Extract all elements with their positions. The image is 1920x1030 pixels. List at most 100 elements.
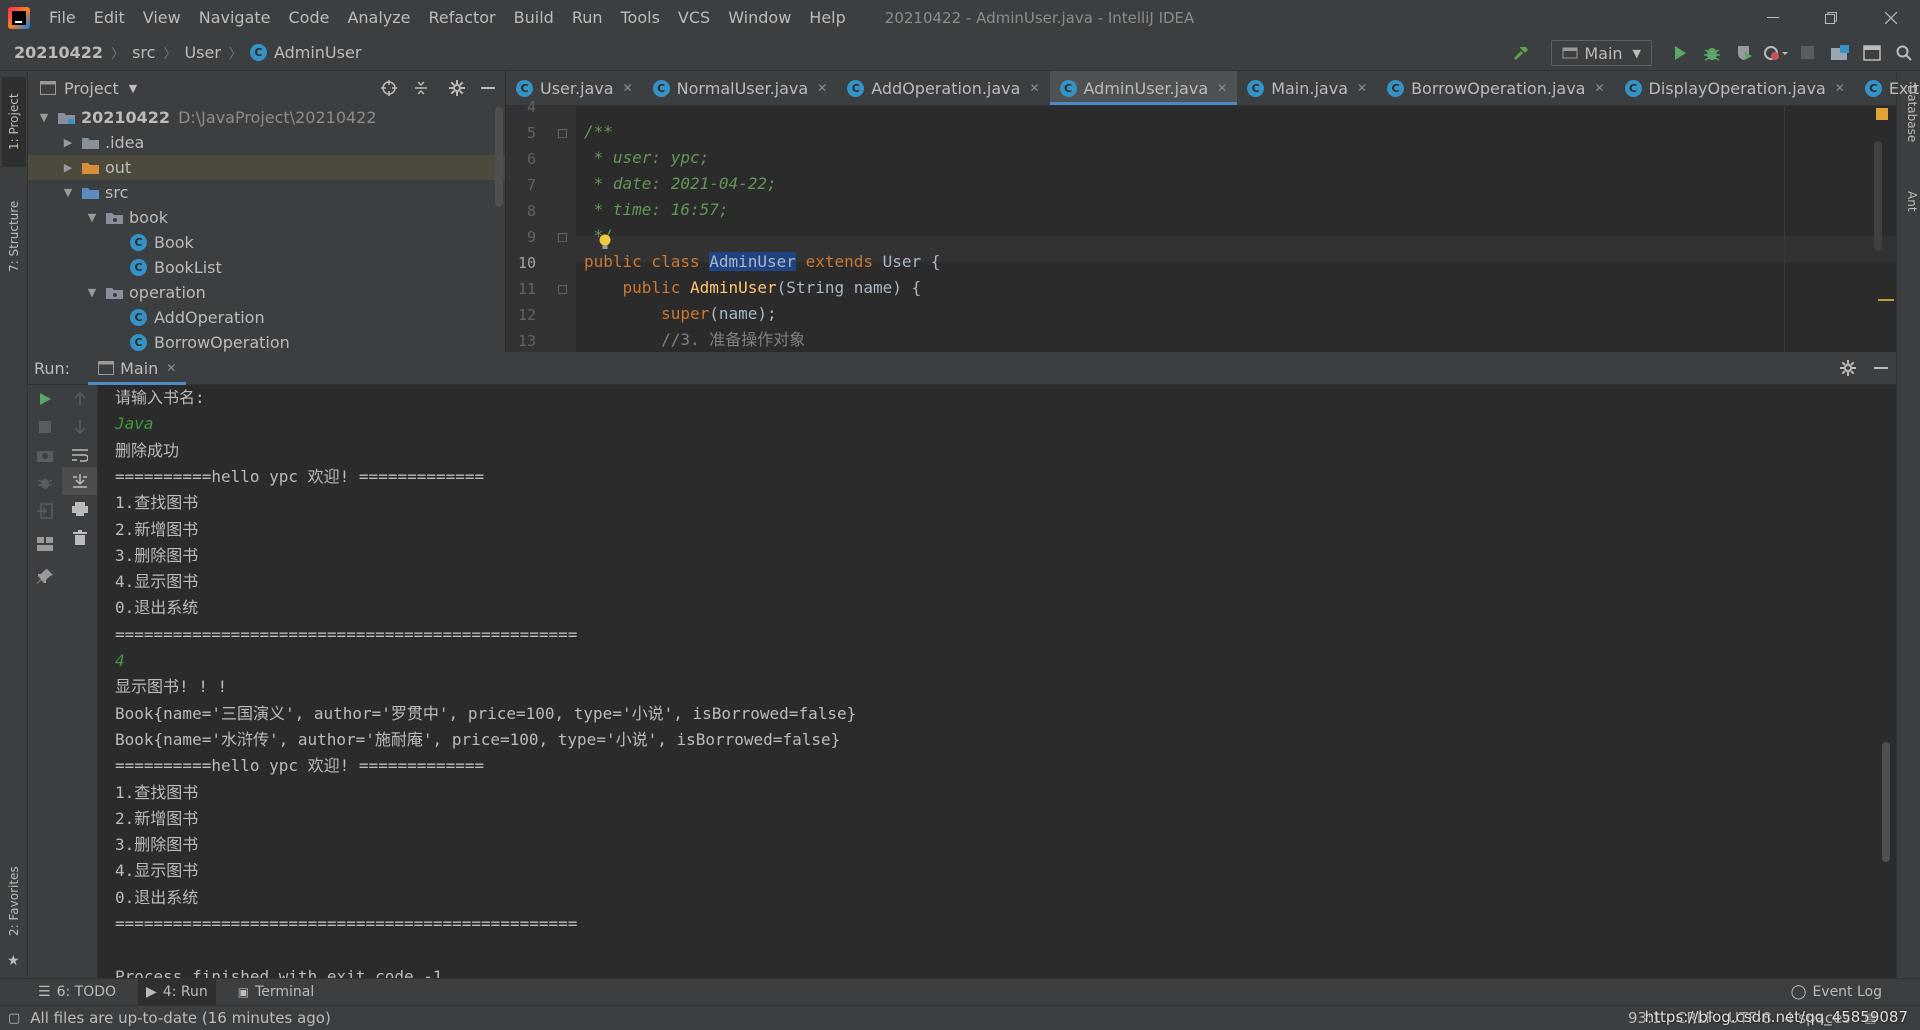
tab-todo[interactable]: ☰ 6: TODO [30,979,124,1006]
pin-icon[interactable] [28,563,62,591]
close-tab-icon[interactable]: ✕ [1594,81,1604,95]
tab-run[interactable]: ▶ 4: Run [138,978,216,1006]
editor-tab[interactable]: C NormalUser.java ✕ [643,71,838,105]
coverage-icon[interactable] [1728,35,1760,71]
fold-marker-icon[interactable] [558,129,567,138]
console-output[interactable]: 请输入书名: Java 删除成功 ==========hello ypc 欢迎! ==… [115,385,1866,978]
run-icon[interactable] [1664,35,1696,71]
project-panel-title[interactable]: Project [64,79,119,98]
editor-tab[interactable]: C DisplayOperation.java ✕ [1615,71,1855,105]
chevron-down-icon[interactable]: ▼ [84,211,100,224]
breadcrumb-src[interactable]: src [132,43,155,62]
menu-help[interactable]: Help [800,0,854,35]
chevron-down-icon[interactable]: ▼ [129,82,137,95]
breadcrumb-class[interactable]: C AdminUser [249,43,361,62]
tree-item[interactable]: ▼ src [28,180,505,205]
editor-tab[interactable]: C AddOperation.java ✕ [837,71,1049,105]
run-configuration-select[interactable]: Main ▼ [1551,40,1652,66]
locate-file-icon[interactable] [381,80,397,96]
lightbulb-icon[interactable] [598,234,612,252]
breadcrumb-package[interactable]: User [184,43,220,62]
inspection-status-icon[interactable] [1876,108,1888,120]
hide-panel-icon[interactable] [481,80,495,96]
restore-button[interactable] [1802,0,1860,35]
chevron-right-icon[interactable]: ▶ [60,136,76,149]
build-hammer-icon[interactable] [1505,35,1537,71]
fold-marker-icon[interactable] [558,285,567,294]
error-stripe-marker[interactable] [1878,299,1894,301]
editor-tab[interactable]: C BorrowOperation.java ✕ [1377,71,1614,105]
tab-run-main[interactable]: Main ✕ [88,352,187,385]
tree-item[interactable]: C AddOperation [28,305,505,330]
tab-favorites-tool[interactable]: 2: Favorites [2,851,26,951]
close-tab-icon[interactable]: ✕ [1029,81,1039,95]
tab-terminal[interactable]: ▣ Terminal [230,979,323,1006]
tab-ant-tool[interactable]: Ant [1899,191,1919,212]
chevron-right-icon[interactable]: ▶ [60,161,76,174]
menu-build[interactable]: Build [505,0,563,35]
stop-icon[interactable] [1792,35,1824,71]
tab-project-tool[interactable]: 1: Project [2,77,26,167]
rerun-icon[interactable] [28,385,62,413]
close-window-button[interactable] [1862,0,1920,35]
toggle-tool-windows-icon[interactable]: ▢ [8,1011,20,1026]
soft-wrap-icon[interactable] [62,441,97,469]
editor-tab[interactable]: C Main.java ✕ [1237,71,1377,105]
tree-item[interactable]: ▼ 20210422 D:\JavaProject\20210422 [28,105,505,130]
tree-item[interactable]: ▶ out [28,155,505,180]
menu-tools[interactable]: Tools [612,0,669,35]
hide-panel-icon[interactable] [1874,360,1888,376]
scroll-to-end-icon[interactable] [62,467,97,495]
profile-icon[interactable] [1760,35,1792,71]
menu-window[interactable]: Window [719,0,800,35]
exit-icon[interactable] [28,497,62,525]
close-tab-icon[interactable]: ✕ [817,81,827,95]
tree-item[interactable]: ▶ .idea [28,130,505,155]
chevron-down-icon[interactable]: ▼ [60,186,76,199]
gear-icon[interactable] [1840,360,1856,376]
menu-navigate[interactable]: Navigate [190,0,280,35]
fold-marker-icon[interactable] [558,233,567,242]
gear-icon[interactable] [449,80,465,96]
trash-icon[interactable] [62,523,97,551]
layout-icon[interactable] [28,530,62,558]
editor-tab[interactable]: C AdminUser.java ✕ [1049,71,1238,105]
breadcrumb-project[interactable]: 20210422 [14,43,103,62]
menu-vcs[interactable]: VCS [669,0,719,35]
chevron-down-icon[interactable]: ▼ [36,111,52,124]
editor-scrollbar[interactable] [1874,141,1882,251]
debug-bug-icon[interactable] [28,469,62,497]
project-structure-icon[interactable] [1824,35,1856,71]
code-area[interactable]: /** * user: ypc; * date: 2021-04-22; * t… [584,106,1896,352]
camera-icon[interactable] [28,441,62,469]
search-icon[interactable] [1888,35,1920,71]
editor-tab[interactable]: CExitOpe⌄ [1855,71,1920,105]
tree-item[interactable]: ▼ operation [28,280,505,305]
minimize-button[interactable] [1744,0,1802,35]
menu-edit[interactable]: Edit [85,0,134,35]
chevron-down-icon[interactable]: ▼ [84,286,100,299]
menu-view[interactable]: View [134,0,190,35]
tree-item[interactable]: C BookList [28,255,505,280]
menu-refactor[interactable]: Refactor [420,0,505,35]
close-tab-icon[interactable]: ✕ [1835,81,1845,95]
project-scrollbar[interactable] [495,107,503,207]
presentation-mode-icon[interactable] [1856,35,1888,71]
tree-item[interactable]: C Book [28,230,505,255]
close-tab-icon[interactable]: ✕ [1217,81,1227,95]
close-tab-icon[interactable]: ✕ [1357,81,1367,95]
tab-structure-tool[interactable]: 7: Structure [2,181,26,291]
arrow-down-icon[interactable] [62,413,97,441]
print-icon[interactable] [62,495,97,523]
menu-file[interactable]: File [40,0,85,35]
console-scrollbar[interactable] [1882,742,1890,862]
stop-icon[interactable] [28,413,62,441]
menu-code[interactable]: Code [280,0,339,35]
collapse-all-icon[interactable] [413,80,429,96]
arrow-up-icon[interactable] [62,385,97,413]
close-tab-icon[interactable]: ✕ [166,361,176,375]
debug-icon[interactable] [1696,35,1728,71]
close-tab-icon[interactable]: ✕ [623,81,633,95]
tab-event-log[interactable]: ◯ Event Log [1783,979,1890,1006]
menu-run[interactable]: Run [563,0,612,35]
